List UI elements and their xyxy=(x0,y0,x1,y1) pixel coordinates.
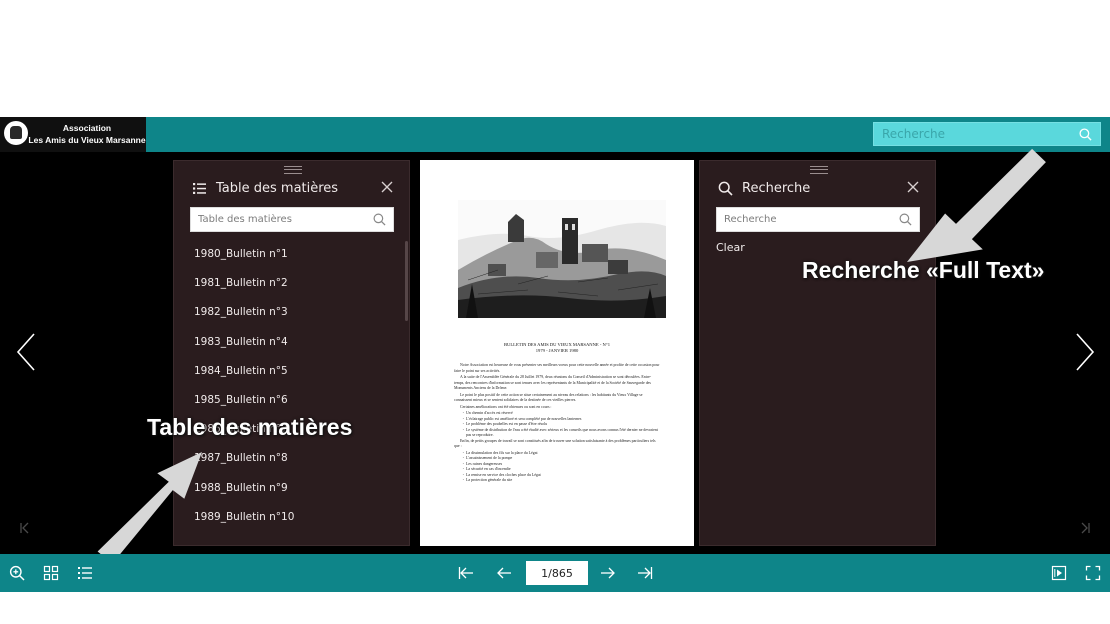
toc-item[interactable]: 1987_Bulletin n°8 xyxy=(194,451,394,480)
toc-panel: Table des matières 1980_Bulletin n°1 198… xyxy=(173,160,410,546)
fulltext-search-input[interactable] xyxy=(717,208,903,231)
document-heading: BULLETIN DES AMIS DU VIEUX MARSANNE - N°… xyxy=(420,342,694,354)
document-list-item: La protection générale du site xyxy=(466,478,660,484)
logo-line-1: Association xyxy=(62,123,112,133)
panel-drag-handle[interactable] xyxy=(810,166,828,174)
last-page-icon[interactable] xyxy=(637,565,653,581)
fullscreen-icon[interactable] xyxy=(1085,565,1101,581)
search-icon[interactable] xyxy=(1079,128,1092,141)
close-icon[interactable] xyxy=(907,181,919,193)
first-page-icon[interactable] xyxy=(458,565,474,581)
table-of-contents-icon[interactable] xyxy=(77,565,93,581)
search-icon xyxy=(718,181,733,196)
toc-search-input[interactable] xyxy=(191,208,377,231)
autoplay-icon[interactable] xyxy=(1051,565,1067,581)
previous-page-icon[interactable] xyxy=(496,565,512,581)
thumbnails-grid-icon[interactable] xyxy=(43,565,59,581)
clear-button[interactable]: Clear xyxy=(716,241,745,254)
toc-panel-title: Table des matières xyxy=(216,181,339,196)
last-page-edge-icon[interactable] xyxy=(1079,522,1091,534)
panel-drag-handle[interactable] xyxy=(284,166,302,174)
previous-page-arrow-icon[interactable] xyxy=(16,332,36,372)
search-callout-label: Recherche «Full Text» xyxy=(802,257,1045,283)
toc-item[interactable]: 1989_Bulletin n°10 xyxy=(194,510,394,539)
toc-list: 1980_Bulletin n°1 1981_Bulletin n°2 1982… xyxy=(194,247,394,539)
toc-item[interactable]: 1981_Bulletin n°2 xyxy=(194,276,394,305)
zoom-in-icon[interactable] xyxy=(9,565,25,581)
document-paragraph: Notre Association est heureuse de vous p… xyxy=(454,363,660,373)
toc-scrollbar[interactable] xyxy=(405,241,408,321)
village-engraving-image xyxy=(458,200,666,318)
logo-text: Association Les Amis du Vieux Marsanne xyxy=(28,122,146,146)
document-list-item: Le système de distribution de l'eau a ét… xyxy=(466,428,660,439)
bottom-toolbar xyxy=(0,554,1110,592)
toc-item[interactable]: 1980_Bulletin n°1 xyxy=(194,247,394,276)
toc-item[interactable]: 1984_Bulletin n°5 xyxy=(194,364,394,393)
logo-emblem-icon xyxy=(4,121,28,145)
toc-search-box xyxy=(190,207,394,232)
fulltext-search-box xyxy=(716,207,920,232)
association-logo[interactable]: Association Les Amis du Vieux Marsanne xyxy=(0,117,146,152)
document-page: BULLETIN DES AMIS DU VIEUX MARSANNE - N°… xyxy=(420,160,694,546)
top-search-box xyxy=(873,122,1101,146)
document-heading-line-2: 1979 - JANVIER 1980 xyxy=(535,348,579,353)
toc-item[interactable]: 1988_Bulletin n°9 xyxy=(194,481,394,510)
toc-item[interactable]: 1982_Bulletin n°3 xyxy=(194,305,394,334)
search-icon[interactable] xyxy=(373,213,386,226)
next-page-icon[interactable] xyxy=(600,565,616,581)
next-page-arrow-icon[interactable] xyxy=(1075,332,1095,372)
search-icon[interactable] xyxy=(899,213,912,226)
first-page-edge-icon[interactable] xyxy=(19,522,31,534)
top-search-input[interactable] xyxy=(874,123,1080,145)
list-icon xyxy=(193,183,206,194)
toc-item[interactable]: 1983_Bulletin n°4 xyxy=(194,335,394,364)
logo-line-2: Les Amis du Vieux Marsanne xyxy=(28,135,146,145)
document-paragraph: Enfin, de petits groupes de travail se s… xyxy=(454,438,656,449)
document-list: Un chemin d'accès est réservé L'éclairag… xyxy=(454,411,660,439)
toc-callout-label: Table des matières xyxy=(147,414,353,440)
document-body: Notre Association est heureuse de vous p… xyxy=(454,363,660,484)
document-paragraph: Certaines améliorations ont été obtenues… xyxy=(460,404,552,409)
search-panel-title: Recherche xyxy=(742,181,811,196)
document-list: La dissimulation des fils sur la place d… xyxy=(454,451,660,484)
document-paragraph: A la suite de l'Assemblée Générale du 28… xyxy=(454,375,652,390)
search-panel: Recherche Clear xyxy=(699,160,936,546)
page-number-input[interactable] xyxy=(526,561,588,585)
top-bar: Association Les Amis du Vieux Marsanne xyxy=(0,117,1110,152)
close-icon[interactable] xyxy=(381,181,393,193)
document-paragraph: Le point le plus positif de cette action… xyxy=(454,392,643,403)
